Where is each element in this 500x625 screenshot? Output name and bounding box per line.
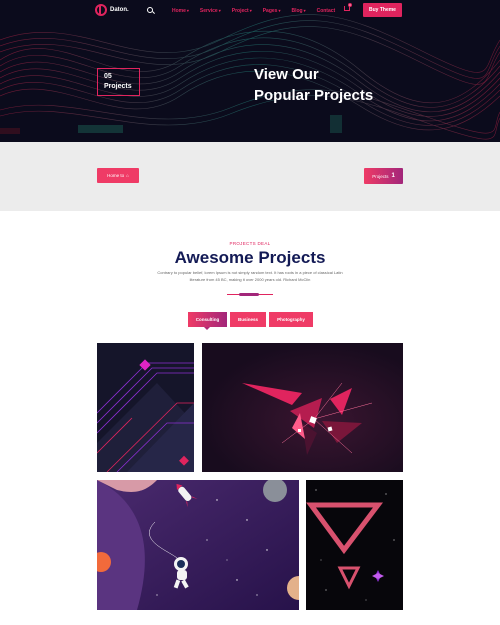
filter-consulting[interactable]: Consulting	[188, 312, 227, 330]
project-tile-abstract-neon[interactable]	[97, 343, 194, 472]
logo-icon	[95, 4, 107, 16]
home-icon: ⌂	[126, 173, 129, 178]
search-icon[interactable]	[147, 7, 153, 13]
projects-breadcrumb-number: 1	[391, 173, 395, 179]
nav-service[interactable]: Service▾	[200, 8, 221, 14]
nav-project[interactable]: Project▾	[232, 8, 252, 14]
section-title: Awesome Projects	[174, 248, 326, 267]
top-navigation: Daton. Home▾ Service▾ Project▾ Pages▾ Bl…	[0, 0, 500, 22]
nav-pages[interactable]: Pages▾	[263, 8, 281, 14]
project-count-number: 05	[104, 73, 112, 80]
abstract-neon-image	[97, 343, 194, 472]
project-tile-neon-triangles[interactable]	[306, 480, 403, 610]
nav-contact[interactable]: Contact	[317, 8, 336, 14]
home-breadcrumb-button[interactable]: Home to ⌂	[97, 168, 139, 183]
project-tile-shattered-crystal[interactable]	[202, 343, 403, 472]
main-menu: Home▾ Service▾ Project▾ Pages▾ Blog▾ Con…	[172, 8, 346, 14]
brand-name: Daton.	[110, 7, 129, 13]
filter-photography[interactable]: Photography	[269, 312, 313, 327]
project-count-box: 05 Projects	[97, 68, 140, 96]
shattered-crystal-image	[202, 343, 403, 472]
section-eyebrow: PROJECTS DEAL	[229, 241, 271, 246]
buy-theme-button[interactable]: Buy Theme	[363, 3, 402, 17]
project-count-label: Projects	[104, 83, 132, 90]
divider-pill	[239, 293, 259, 296]
breadcrumb-band	[0, 142, 500, 211]
filter-business[interactable]: Business	[230, 312, 266, 327]
project-filter-tabs: Consulting Business Photography	[188, 312, 313, 330]
section-divider	[227, 293, 273, 296]
hero-title-line1: View Our	[254, 66, 319, 83]
hero-banner: Daton. Home▾ Service▾ Project▾ Pages▾ Bl…	[0, 0, 500, 142]
projects-breadcrumb-label: Projects	[372, 173, 389, 179]
hero-title: View Our Popular Projects	[254, 64, 414, 106]
astronaut-space-image	[97, 480, 299, 610]
nav-home[interactable]: Home▾	[172, 8, 189, 14]
projects-breadcrumb-button[interactable]: Projects 1	[364, 168, 403, 184]
hero-title-line2: Popular Projects	[254, 87, 374, 104]
project-tile-astronaut[interactable]	[97, 480, 299, 610]
section-description: Contrary to popular belief, lorem Ipsum …	[157, 270, 343, 282]
nav-blog[interactable]: Blog▾	[291, 8, 305, 14]
cart-count-badge: 0	[348, 3, 352, 7]
home-breadcrumb-label: Home to	[107, 173, 125, 178]
neon-triangles-image	[306, 480, 403, 610]
brand-logo[interactable]: Daton.	[95, 4, 129, 16]
